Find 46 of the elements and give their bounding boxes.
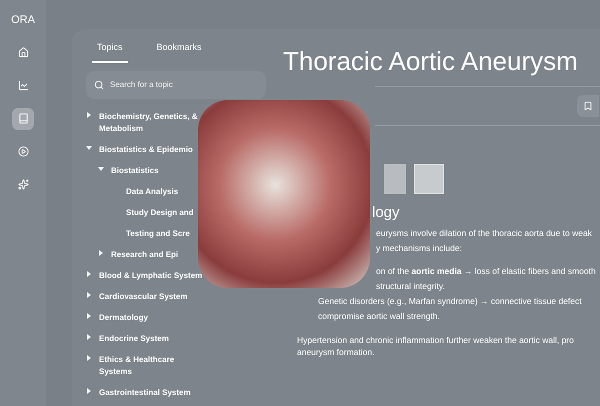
article-title: Thoracic Aortic Aneurysm (282, 46, 579, 76)
caret-icon[interactable] (98, 166, 105, 172)
bookmark-icon (583, 101, 593, 111)
text-line: compromise aortic wall strength. (318, 311, 441, 322)
topic-item[interactable]: Cardiovascular System (99, 291, 188, 303)
caret-icon[interactable] (98, 250, 105, 256)
topic-item[interactable]: Endocrine System (99, 333, 169, 345)
topic-item[interactable]: Research and Epi (111, 249, 178, 261)
topic-item[interactable]: Biostatistics (111, 165, 159, 177)
image-thumbnail[interactable] (384, 164, 406, 194)
text-line: Genetic disorders (e.g., Marfan syndrome) → connective tissue defect (318, 296, 583, 307)
tab[interactable]: Topics (92, 41, 128, 62)
topic-item[interactable]: Study Design and (126, 207, 194, 219)
topic-item[interactable]: Ethics & Healthcare Systems (99, 354, 199, 378)
topic-item[interactable]: Data Analysis (126, 186, 178, 198)
book-icon (18, 113, 28, 124)
home-icon (18, 47, 28, 58)
bookmark-button[interactable] (577, 95, 599, 117)
play-icon (18, 146, 28, 157)
text-line: y mechanisms include: (376, 243, 463, 254)
caret-icon[interactable] (86, 355, 93, 361)
text-line: on of the aortic media → loss of elastic fibers and smooth (376, 266, 597, 277)
caret-icon[interactable] (86, 388, 93, 394)
tab[interactable]: Bookmarks (152, 41, 207, 62)
section-heading: logy (372, 204, 401, 222)
sparkle-icon (18, 179, 28, 190)
caret-icon[interactable] (86, 112, 93, 118)
topic-item[interactable]: Gastrointestinal System (99, 387, 191, 399)
topic-item[interactable]: Biostatistics & Epidemio (99, 144, 193, 156)
topic-item[interactable]: Testing and Scre (126, 228, 190, 240)
logo: ORA (11, 13, 35, 28)
search-icon (94, 80, 104, 90)
caret-icon[interactable] (86, 292, 93, 298)
caret-icon[interactable] (86, 271, 93, 277)
caret-icon[interactable] (86, 313, 93, 319)
caret-icon[interactable] (86, 145, 93, 151)
image-thumbnail[interactable] (414, 164, 444, 194)
chart-icon (18, 80, 28, 91)
text-line: structural integrity. (376, 281, 446, 292)
search-field[interactable]: Search for a topic (86, 70, 266, 98)
caret-icon[interactable] (86, 334, 93, 340)
topic-item[interactable]: Biochemistry, Genetics, & Metabolism (99, 111, 199, 135)
topic-item[interactable]: Dermatology (99, 312, 148, 324)
text-line: eurysms involve dilation of the thoracic aorta due to weak (376, 228, 593, 239)
nav-button[interactable] (12, 108, 34, 130)
paragraph: Hypertension and chronic inflammation further weaken the aortic wall, pro aneurysm formation. (297, 334, 575, 358)
